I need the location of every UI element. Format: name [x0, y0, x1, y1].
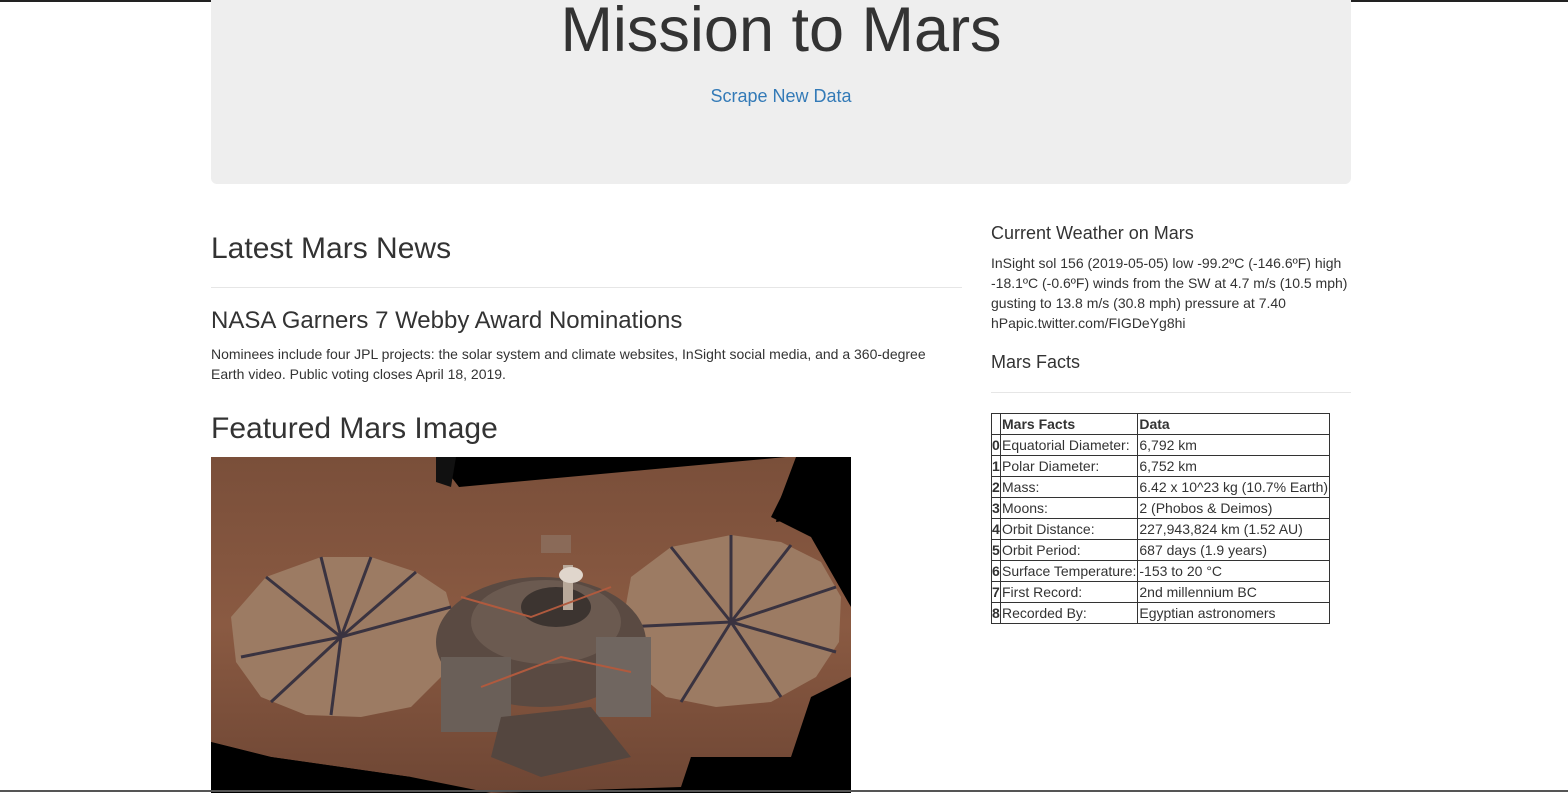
scrape-new-data-link[interactable]: Scrape New Data: [211, 86, 1351, 107]
weather-heading: Current Weather on Mars: [991, 223, 1194, 243]
news-teaser: Nominees include four JPL projects: the …: [211, 346, 926, 382]
row-value: -153 to 20 °C: [1137, 560, 1331, 582]
row-value: 687 days (1.9 years): [1137, 539, 1331, 561]
table-header-facts: Mars Facts: [999, 413, 1139, 435]
table-row: 3 Moons: 2 (Phobos & Deimos): [991, 497, 1331, 519]
table-row: 1 Polar Diameter: 6,752 km: [991, 455, 1331, 477]
row-value: Egyptian astronomers: [1137, 602, 1331, 624]
page-title: Mission to Mars: [560, 0, 1002, 65]
weather-report: InSight sol 156 (2019-05-05) low -99.2ºC…: [991, 255, 1348, 331]
row-label: Mass:: [999, 476, 1139, 498]
row-label: First Record:: [999, 581, 1139, 603]
jumbotron-header: Mission to Mars Scrape New Data: [211, 0, 1351, 184]
row-value: 6,752 km: [1137, 455, 1331, 477]
insight-lander-photo: [211, 457, 851, 793]
table-header-index: [991, 413, 1001, 435]
row-index: 4: [991, 518, 1001, 540]
row-index: 1: [991, 455, 1001, 477]
news-divider: [211, 287, 962, 288]
featured-mars-image: [211, 457, 851, 793]
row-label: Moons:: [999, 497, 1139, 519]
mars-facts-table: Mars Facts Data 0 Equatorial Diameter: 6…: [991, 413, 1331, 624]
row-label: Orbit Period:: [999, 539, 1139, 561]
facts-heading: Mars Facts: [991, 352, 1081, 372]
row-index: 3: [991, 497, 1001, 519]
latest-news-heading: Latest Mars News: [211, 232, 452, 265]
row-label: Equatorial Diameter:: [999, 434, 1139, 456]
table-row: 2 Mass: 6.42 x 10^23 kg (10.7% Earth): [991, 476, 1331, 498]
row-value: 6,792 km: [1137, 434, 1331, 456]
table-row: 8 Recorded By: Egyptian astronomers: [991, 602, 1331, 624]
row-value: 2nd millennium BC: [1137, 581, 1331, 603]
table-header-data: Data: [1137, 413, 1331, 435]
table-row: 6 Surface Temperature: -153 to 20 °C: [991, 560, 1331, 582]
row-label: Recorded By:: [999, 602, 1139, 624]
row-index: 2: [991, 476, 1001, 498]
table-row: 4 Orbit Distance: 227,943,824 km (1.52 A…: [991, 518, 1331, 540]
row-index: 7: [991, 581, 1001, 603]
table-row: 7 First Record: 2nd millennium BC: [991, 581, 1331, 603]
featured-image-heading: Featured Mars Image: [211, 412, 498, 445]
row-value: 227,943,824 km (1.52 AU): [1137, 518, 1331, 540]
table-row: 0 Equatorial Diameter: 6,792 km: [991, 434, 1331, 456]
facts-divider: [991, 392, 1351, 393]
row-index: 5: [991, 539, 1001, 561]
row-label: Surface Temperature:: [999, 560, 1139, 582]
table-row: 5 Orbit Period: 687 days (1.9 years): [991, 539, 1331, 561]
row-label: Polar Diameter:: [999, 455, 1139, 477]
row-index: 0: [991, 434, 1001, 456]
table-header-row: Mars Facts Data: [991, 413, 1331, 435]
window-bottom-border: [0, 790, 1568, 792]
news-headline: NASA Garners 7 Webby Award Nominations: [211, 307, 683, 334]
row-value: 2 (Phobos & Deimos): [1137, 497, 1331, 519]
row-index: 8: [991, 602, 1001, 624]
row-index: 6: [991, 560, 1001, 582]
row-value: 6.42 x 10^23 kg (10.7% Earth): [1137, 476, 1331, 498]
row-label: Orbit Distance:: [999, 518, 1139, 540]
